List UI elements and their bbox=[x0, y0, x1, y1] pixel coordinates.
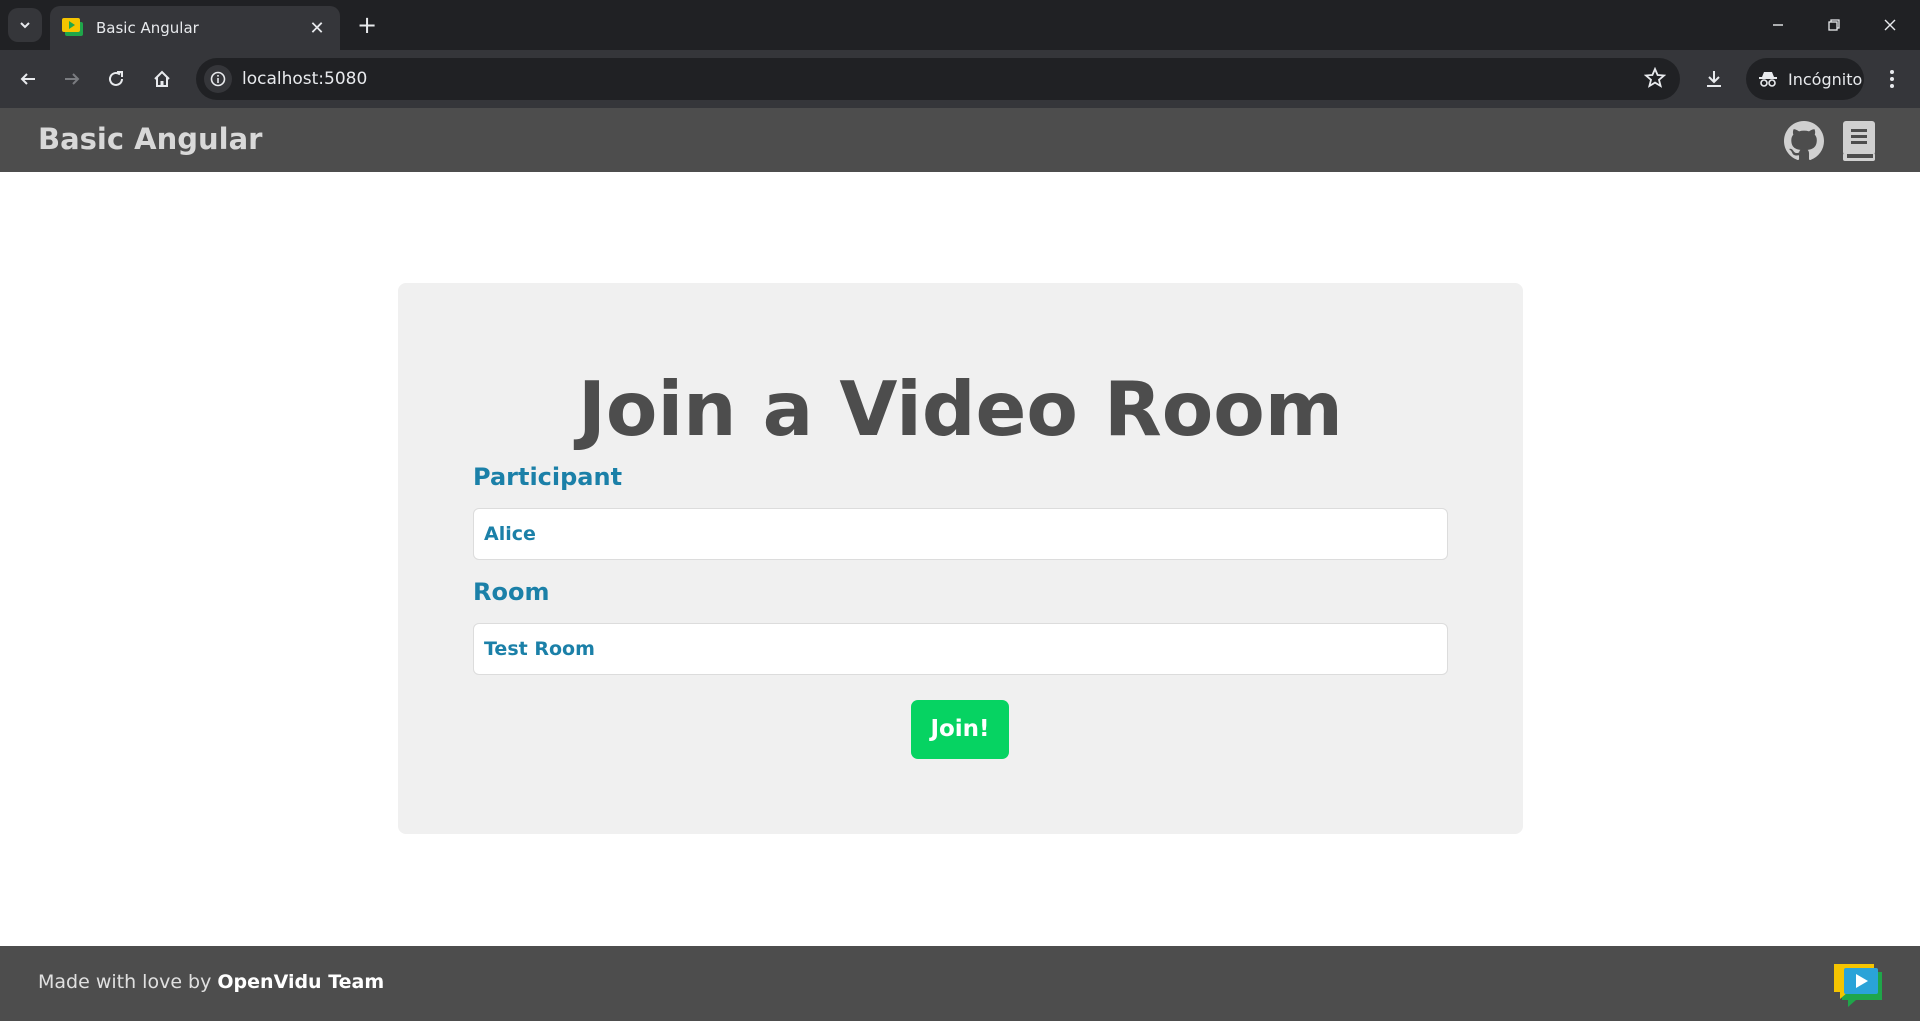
close-tab-icon[interactable]: ✕ bbox=[306, 18, 328, 39]
room-label: Room bbox=[473, 578, 550, 606]
browser-tab-bar: Basic Angular ✕ + bbox=[0, 0, 1920, 50]
home-icon bbox=[154, 70, 170, 87]
new-tab-button[interactable]: + bbox=[352, 10, 382, 40]
browser-menu-button[interactable] bbox=[1876, 63, 1908, 95]
participant-label: Participant bbox=[473, 463, 623, 491]
more-vertical-icon bbox=[1890, 70, 1894, 88]
home-button[interactable] bbox=[146, 63, 178, 95]
footer-team-link[interactable]: OpenVidu Team bbox=[217, 971, 384, 993]
arrow-left-icon bbox=[20, 73, 35, 85]
book-icon bbox=[1843, 121, 1875, 161]
arrow-right-icon bbox=[65, 73, 80, 85]
app-header: Basic Angular bbox=[0, 108, 1920, 172]
close-icon bbox=[1884, 19, 1896, 31]
join-room-card: Join a Video Room Participant Alice Room… bbox=[398, 283, 1523, 834]
tab-search-button[interactable] bbox=[8, 8, 42, 42]
site-info-button[interactable] bbox=[204, 65, 232, 93]
restore-button[interactable] bbox=[1806, 0, 1862, 50]
github-link[interactable] bbox=[1783, 120, 1825, 162]
openvidu-logo-icon[interactable] bbox=[1832, 962, 1884, 1008]
restore-icon bbox=[1828, 19, 1840, 31]
participant-input[interactable]: Alice bbox=[473, 508, 1448, 560]
tab-title: Basic Angular bbox=[96, 19, 199, 37]
info-icon bbox=[210, 71, 226, 87]
footer-prefix: Made with love by bbox=[38, 971, 218, 993]
minimize-button[interactable] bbox=[1750, 0, 1806, 50]
documentation-link[interactable] bbox=[1838, 120, 1880, 162]
github-icon bbox=[1784, 121, 1824, 161]
profile-label: Incógnito bbox=[1788, 69, 1863, 89]
reload-icon bbox=[109, 71, 123, 86]
downloads-button[interactable] bbox=[1698, 63, 1730, 95]
footer-text: Made with love by OpenVidu Team bbox=[38, 971, 384, 993]
star-icon bbox=[1643, 66, 1667, 88]
bookmark-button[interactable] bbox=[1643, 66, 1667, 93]
browser-toolbar: localhost:5080 Incógnito bbox=[0, 50, 1920, 108]
incognito-profile-button[interactable]: Incógnito bbox=[1746, 58, 1864, 100]
close-window-button[interactable] bbox=[1862, 0, 1918, 50]
browser-tab[interactable]: Basic Angular ✕ bbox=[50, 6, 340, 50]
app-title: Basic Angular bbox=[38, 122, 263, 156]
footer: Made with love by OpenVidu Team bbox=[0, 946, 1920, 1021]
room-input[interactable]: Test Room bbox=[473, 623, 1448, 675]
openvidu-favicon-icon bbox=[62, 18, 84, 38]
page-title: Join a Video Room bbox=[578, 365, 1343, 453]
address-bar[interactable]: localhost:5080 bbox=[196, 58, 1680, 100]
minimize-icon bbox=[1773, 24, 1783, 26]
incognito-icon bbox=[1759, 72, 1777, 87]
reload-button[interactable] bbox=[100, 63, 132, 95]
url-text[interactable]: localhost:5080 bbox=[242, 69, 367, 89]
download-icon bbox=[1707, 71, 1721, 87]
back-button[interactable] bbox=[12, 63, 44, 95]
join-button[interactable]: Join! bbox=[911, 700, 1009, 759]
forward-button[interactable] bbox=[56, 63, 88, 95]
chevron-down-icon bbox=[20, 22, 30, 29]
